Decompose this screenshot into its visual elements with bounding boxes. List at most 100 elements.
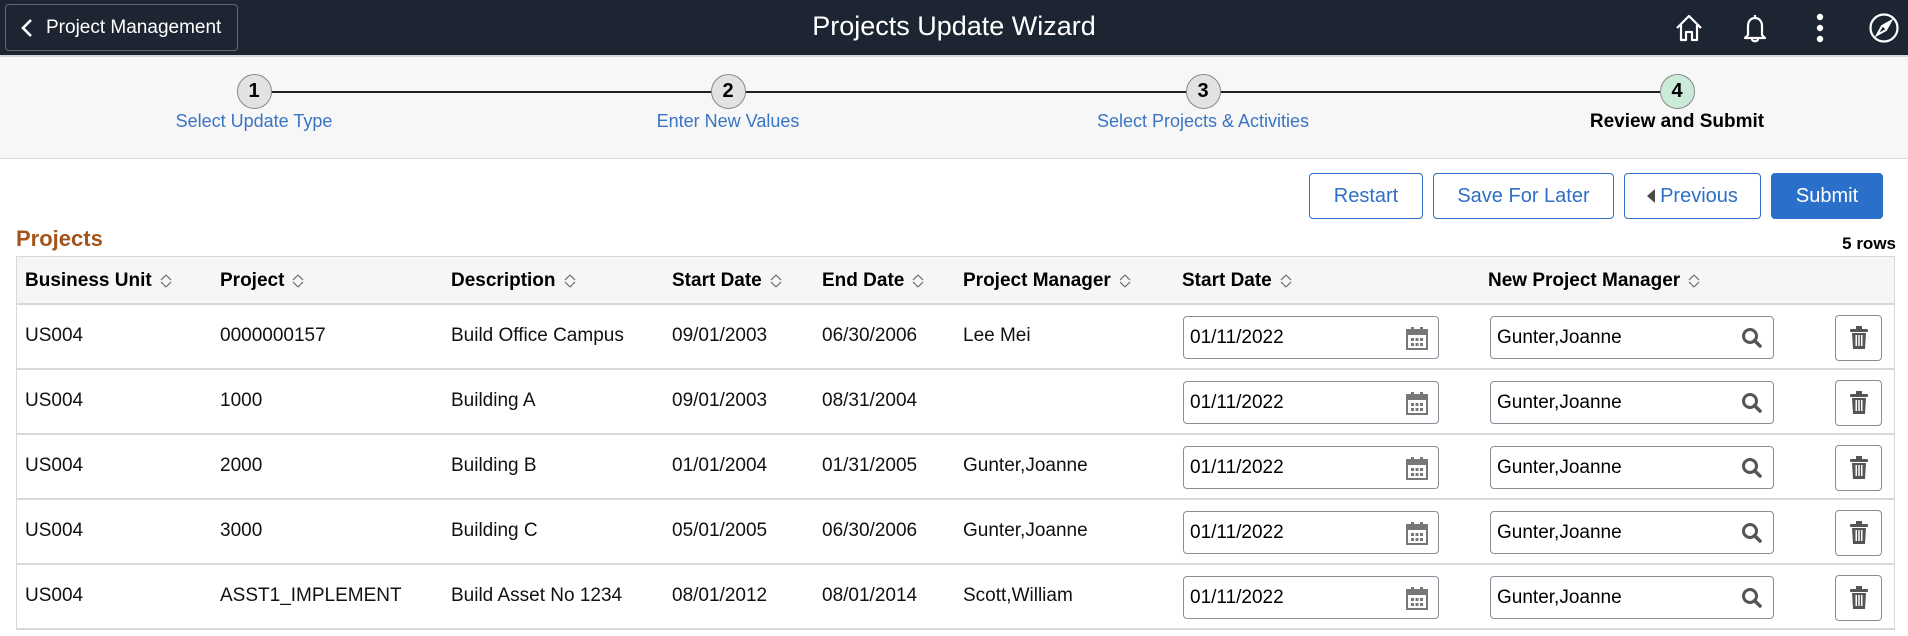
search-icon[interactable] — [1739, 325, 1765, 351]
grid-body: US004 0000000157 Build Office Campus 09/… — [17, 305, 1894, 630]
save-for-later-button[interactable]: Save For Later — [1433, 173, 1614, 219]
wizard-step-1[interactable]: 1 Select Update Type — [104, 74, 404, 132]
cell-end-date: 01/31/2005 — [822, 455, 918, 476]
wizard-train: 1 Select Update Type 2 Enter New Values … — [0, 55, 1908, 159]
column-label: Start Date — [672, 270, 762, 291]
sort-icon — [1119, 274, 1131, 288]
column-label: Project — [220, 270, 285, 291]
new-start-date-input[interactable]: 01/11/2022 — [1183, 511, 1439, 554]
search-icon[interactable] — [1739, 390, 1765, 416]
more-vertical-icon[interactable] — [1804, 12, 1836, 44]
table-row: US004 3000 Building C 05/01/2005 06/30/2… — [17, 500, 1894, 565]
search-icon[interactable] — [1739, 520, 1765, 546]
new-start-date-input[interactable]: 01/11/2022 — [1183, 316, 1439, 359]
wizard-step-3[interactable]: 3 Select Projects & Activities — [1053, 74, 1353, 132]
calendar-icon[interactable] — [1404, 520, 1430, 546]
delete-row-button[interactable] — [1835, 315, 1882, 361]
compass-icon[interactable] — [1868, 12, 1900, 44]
new-project-manager-value: Gunter,Joanne — [1497, 522, 1622, 543]
column-header-description[interactable]: Description — [451, 257, 576, 305]
column-header-end-date[interactable]: End Date — [822, 257, 924, 305]
sort-icon — [564, 274, 575, 288]
wizard-step-2[interactable]: 2 Enter New Values — [578, 74, 878, 132]
cell-business-unit: US004 — [25, 455, 84, 476]
delete-row-button[interactable] — [1835, 445, 1882, 491]
column-label: New Project Manager — [1488, 270, 1681, 291]
cell-project: 0000000157 — [220, 325, 326, 346]
calendar-icon[interactable] — [1404, 585, 1430, 611]
cell-business-unit: US004 — [25, 390, 84, 411]
trash-icon — [1849, 391, 1868, 414]
cell-project-manager: Scott,William — [963, 585, 1073, 606]
trash-icon — [1849, 586, 1868, 609]
step-label[interactable]: Select Update Type — [104, 111, 404, 132]
cell-business-unit: US004 — [25, 585, 84, 606]
delete-row-button[interactable] — [1835, 575, 1882, 621]
back-button-label: Project Management — [46, 16, 222, 38]
new-project-manager-input[interactable]: Gunter,Joanne — [1490, 576, 1774, 619]
step-number: 3 — [1185, 74, 1221, 109]
column-label: End Date — [822, 270, 905, 291]
column-header-project-manager[interactable]: Project Manager — [963, 257, 1131, 305]
cell-description: Building C — [451, 520, 538, 541]
cell-business-unit: US004 — [25, 325, 84, 346]
caret-left-icon — [1647, 189, 1656, 203]
cell-project: ASST1_IMPLEMENT — [220, 585, 402, 606]
column-header-project[interactable]: Project — [220, 257, 304, 305]
delete-row-button[interactable] — [1835, 510, 1882, 556]
new-project-manager-input[interactable]: Gunter,Joanne — [1490, 316, 1774, 359]
bell-icon[interactable] — [1739, 12, 1771, 44]
calendar-icon[interactable] — [1404, 390, 1430, 416]
cell-end-date: 08/31/2004 — [822, 390, 918, 411]
cell-start-date: 09/01/2003 — [672, 390, 768, 411]
column-header-new-project-manager[interactable]: New Project Manager — [1488, 257, 1700, 305]
search-icon[interactable] — [1739, 585, 1765, 611]
calendar-icon[interactable] — [1404, 455, 1430, 481]
step-label[interactable]: Select Projects & Activities — [1053, 111, 1353, 132]
cell-project: 1000 — [220, 390, 263, 411]
previous-button[interactable]: Previous — [1624, 173, 1761, 219]
cell-end-date: 06/30/2006 — [822, 520, 918, 541]
new-project-manager-input[interactable]: Gunter,Joanne — [1490, 446, 1774, 489]
new-project-manager-input[interactable]: Gunter,Joanne — [1490, 511, 1774, 554]
step-number: 1 — [236, 74, 272, 109]
delete-row-button[interactable] — [1835, 380, 1882, 426]
cell-end-date: 08/01/2014 — [822, 585, 918, 606]
new-start-date-input[interactable]: 01/11/2022 — [1183, 576, 1439, 619]
sort-icon — [912, 274, 924, 288]
column-label: Start Date — [1182, 270, 1272, 291]
column-label: Project Manager — [963, 270, 1111, 291]
sort-icon — [770, 274, 782, 288]
train-connector — [271, 91, 1676, 93]
table-row: US004 0000000157 Build Office Campus 09/… — [17, 305, 1894, 370]
cell-start-date: 08/01/2012 — [672, 585, 768, 606]
save-for-later-label: Save For Later — [1457, 184, 1590, 207]
new-project-manager-input[interactable]: Gunter,Joanne — [1490, 381, 1774, 424]
new-start-date-value: 01/11/2022 — [1190, 457, 1284, 478]
cell-project: 3000 — [220, 520, 263, 541]
restart-button[interactable]: Restart — [1309, 173, 1423, 219]
grid-header: Business Unit Project Description Start … — [17, 257, 1894, 305]
back-button[interactable]: Project Management — [5, 4, 238, 51]
projects-grid: Business Unit Project Description Start … — [16, 256, 1895, 630]
cell-project-manager: Gunter,Joanne — [963, 520, 1088, 541]
table-row: US004 1000 Building A 09/01/2003 08/31/2… — [17, 370, 1894, 435]
previous-label: Previous — [1660, 184, 1738, 207]
page-title: Projects Update Wizard — [812, 11, 1096, 41]
submit-button[interactable]: Submit — [1771, 173, 1883, 219]
new-start-date-value: 01/11/2022 — [1190, 327, 1284, 348]
search-icon[interactable] — [1739, 455, 1765, 481]
column-header-business-unit[interactable]: Business Unit — [25, 257, 172, 305]
column-header-new-start-date[interactable]: Start Date — [1182, 257, 1292, 305]
trash-icon — [1849, 521, 1868, 544]
sort-icon — [1688, 274, 1700, 288]
wizard-step-4: 4 Review and Submit — [1527, 74, 1827, 133]
column-header-start-date[interactable]: Start Date — [672, 257, 782, 305]
home-icon[interactable] — [1673, 12, 1705, 44]
sort-icon — [1280, 274, 1292, 288]
cell-description: Build Office Campus — [451, 325, 624, 346]
new-start-date-input[interactable]: 01/11/2022 — [1183, 381, 1439, 424]
step-label[interactable]: Enter New Values — [578, 111, 878, 132]
calendar-icon[interactable] — [1404, 325, 1430, 351]
new-start-date-input[interactable]: 01/11/2022 — [1183, 446, 1439, 489]
